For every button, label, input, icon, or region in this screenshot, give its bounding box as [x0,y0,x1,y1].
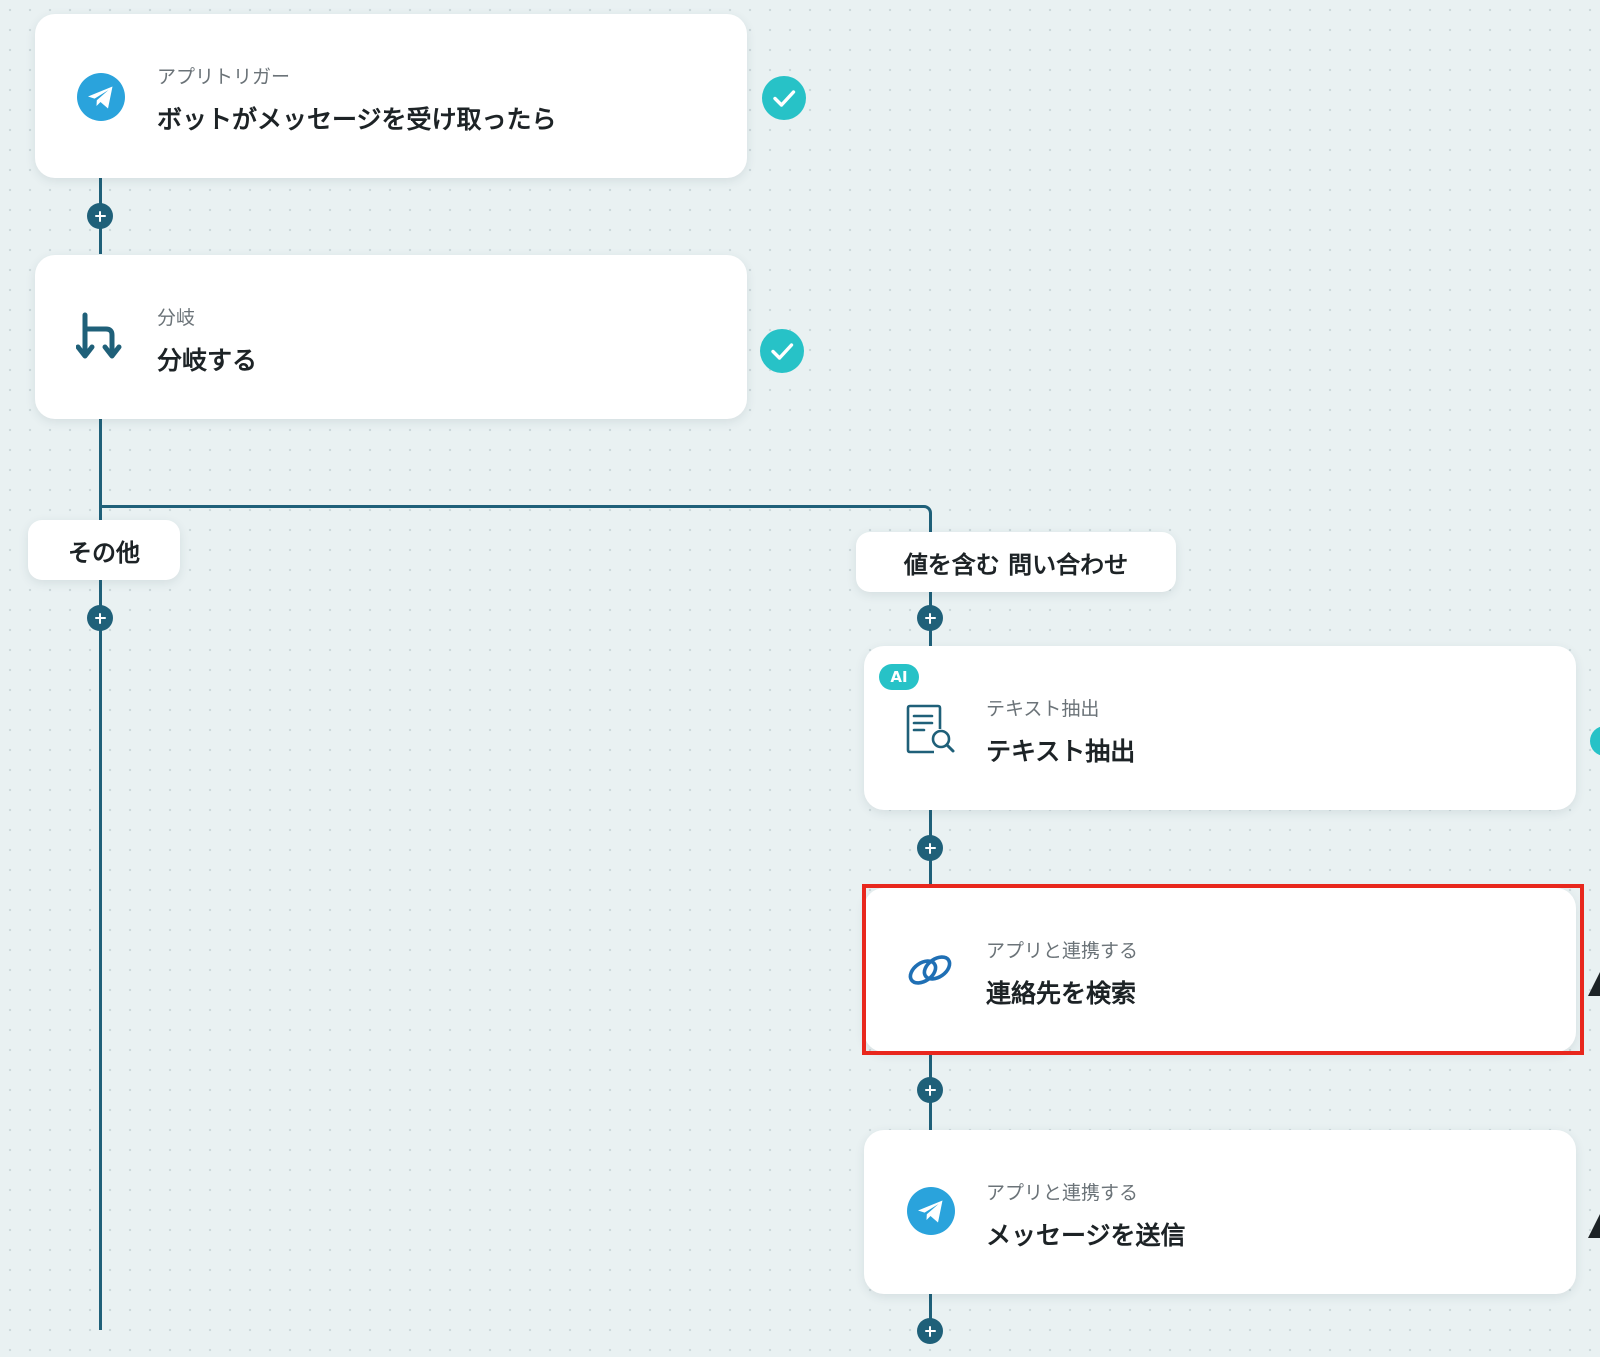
trigger-card[interactable]: アプリトリガー ボットがメッセージを受け取ったら [35,14,747,178]
check-icon [1590,726,1600,756]
step-title: 連絡先を検索 [986,979,1137,1008]
telegram-icon [906,1186,956,1236]
document-search-icon [904,702,956,754]
add-step-button-after-send[interactable] [917,1318,943,1344]
branch-path-condition[interactable]: 値を含む 問い合わせ [856,532,1176,592]
add-step-button-other[interactable] [87,605,113,631]
step-title: テキスト抽出 [986,737,1136,766]
check-icon [760,329,804,373]
warning-icon [1588,1214,1600,1238]
ai-badge: AI [879,664,919,690]
text-extract-card[interactable]: AI テキスト抽出 テキスト抽出 [864,646,1576,810]
branch-path-other[interactable]: その他 [28,520,180,580]
step-kind-label: 分岐 [157,307,196,329]
branch-icon [76,311,128,363]
step-title: メッセージを送信 [986,1221,1186,1250]
telegram-icon [76,72,126,122]
add-step-button-after-search[interactable] [917,1077,943,1103]
branch-card[interactable]: 分岐 分岐する [35,255,747,419]
zoho-link-icon [904,944,956,996]
step-kind-label: アプリと連携する [986,1182,1139,1204]
step-title: ボットがメッセージを受け取ったら [157,105,557,134]
add-step-button-condition[interactable] [917,605,943,631]
send-message-card[interactable]: アプリと連携する メッセージを送信 [864,1130,1576,1294]
add-step-button-after-extract[interactable] [917,835,943,861]
check-icon [762,76,806,120]
connector-branch-split [99,505,932,533]
warning-icon [1588,972,1600,996]
step-kind-label: アプリトリガー [157,66,291,88]
search-contact-card[interactable]: アプリと連携する 連絡先を検索 [864,888,1576,1052]
step-title: 分岐する [157,346,258,375]
step-kind-label: アプリと連携する [986,940,1139,962]
step-kind-label: テキスト抽出 [986,698,1100,720]
add-step-button[interactable] [87,203,113,229]
